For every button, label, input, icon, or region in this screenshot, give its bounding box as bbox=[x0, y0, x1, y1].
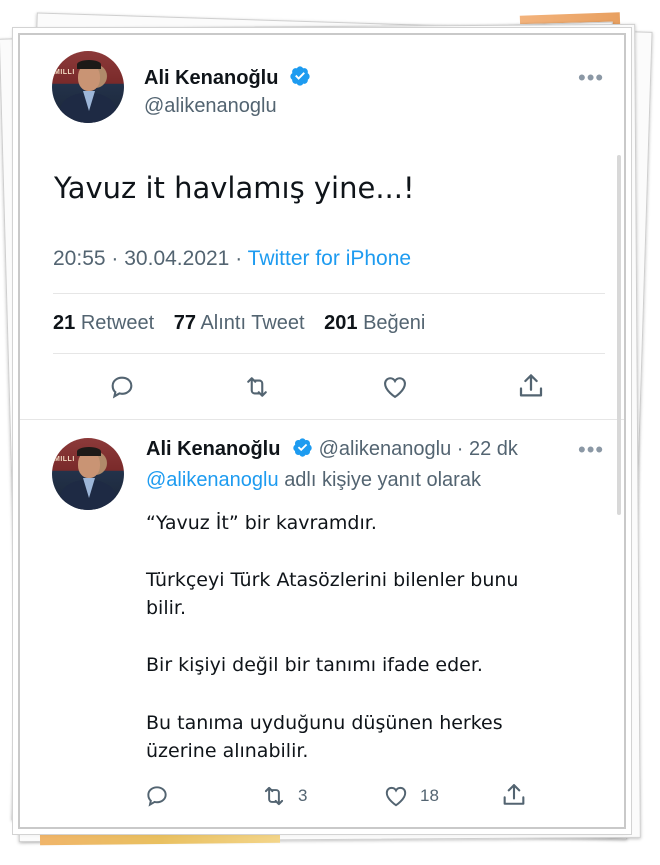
retweet-button[interactable] bbox=[242, 373, 272, 401]
divider bbox=[20, 419, 624, 420]
reply-reply-button[interactable] bbox=[144, 783, 170, 809]
replying-to-mention[interactable]: @alikenanoglu bbox=[146, 469, 279, 491]
verified-badge-icon bbox=[289, 65, 311, 92]
divider bbox=[53, 293, 605, 294]
author-avatar[interactable]: MILLI bbox=[52, 51, 124, 123]
reply-header: Ali Kenanoğlu @alikenanoglu · 22 dk bbox=[146, 437, 518, 464]
meta-separator: · bbox=[111, 247, 119, 270]
divider bbox=[53, 353, 605, 354]
reply-paragraph: “Yavuz İt” bir kavramdır. bbox=[146, 512, 377, 534]
reply-author-name[interactable]: Ali Kenanoğlu bbox=[146, 438, 280, 460]
tweet-text: Yavuz it havlamış yine...! bbox=[54, 171, 415, 205]
author-name-row[interactable]: Ali Kenanoğlu bbox=[144, 65, 311, 92]
reply-paragraph: bilir. bbox=[146, 597, 187, 619]
quote-tweets-stat[interactable]: 77 Alıntı Tweet bbox=[174, 312, 305, 334]
reply-author-avatar[interactable]: MILLI bbox=[52, 438, 124, 510]
more-icon[interactable]: ••• bbox=[578, 65, 604, 91]
tweet-time[interactable]: 20:55 bbox=[53, 247, 106, 270]
retweets-stat[interactable]: 21 Retweet bbox=[53, 312, 154, 334]
author-handle[interactable]: @alikenanoglu bbox=[144, 95, 277, 118]
retweet-icon bbox=[264, 786, 284, 806]
tweet-meta: 20:55 · 30.04.2021 · Twitter for iPhone bbox=[53, 247, 411, 271]
meta-separator: · bbox=[235, 247, 243, 270]
author-name[interactable]: Ali Kenanoğlu bbox=[144, 67, 278, 89]
reply-share-button[interactable] bbox=[500, 781, 528, 809]
reply-paragraph: Bu tanıma uyduğunu düşünen herkes bbox=[146, 712, 503, 734]
reply-paragraph: üzerine alınabilir. bbox=[146, 740, 309, 762]
more-icon[interactable]: ••• bbox=[578, 437, 604, 463]
tweet-screenshot: MILLI Ali Kenanoğlu @alikenanoglu ••• Ya… bbox=[18, 33, 626, 829]
reply-icon bbox=[111, 376, 133, 399]
reply-like-count: 18 bbox=[420, 786, 439, 805]
reply-time-ago[interactable]: 22 dk bbox=[469, 438, 518, 460]
heart-icon bbox=[385, 786, 407, 807]
retweet-icon bbox=[247, 377, 267, 397]
reply-icon bbox=[147, 786, 167, 807]
share-icon bbox=[503, 784, 525, 805]
tweet-stats: 21 Retweet 77 Alıntı Tweet 201 Beğeni bbox=[53, 312, 425, 335]
meta-separator: · bbox=[456, 438, 464, 460]
reply-paragraph: Bir kişiyi değil bir tanımı ifade eder. bbox=[146, 654, 483, 676]
replying-to-text: adlı kişiye yanıt olarak bbox=[284, 469, 481, 491]
reply-retweet-button[interactable]: 3 bbox=[260, 783, 307, 809]
reply-paragraph: Türkçeyi Türk Atasözlerini bilenler bunu bbox=[146, 569, 519, 591]
share-button[interactable] bbox=[516, 371, 546, 401]
tweet-source-link[interactable]: Twitter for iPhone bbox=[248, 247, 411, 270]
avatar-sign-text: MILLI bbox=[54, 456, 75, 463]
reply-retweet-count: 3 bbox=[298, 786, 308, 805]
tweet-date[interactable]: 30.04.2021 bbox=[124, 247, 229, 270]
avatar-sign-text: MILLI bbox=[54, 69, 75, 76]
scrollbar[interactable] bbox=[617, 155, 621, 515]
replying-to: @alikenanoglu adlı kişiye yanıt olarak bbox=[146, 469, 481, 492]
share-icon bbox=[519, 374, 543, 397]
verified-badge-icon bbox=[292, 437, 313, 464]
reply-button[interactable] bbox=[108, 373, 136, 401]
reply-like-button[interactable]: 18 bbox=[382, 783, 439, 809]
like-button[interactable] bbox=[380, 373, 410, 401]
likes-stat[interactable]: 201 Beğeni bbox=[324, 312, 425, 334]
reply-author-handle[interactable]: @alikenanoglu bbox=[319, 438, 452, 460]
photo-edge-bottom bbox=[39, 830, 281, 846]
heart-icon bbox=[384, 377, 406, 399]
